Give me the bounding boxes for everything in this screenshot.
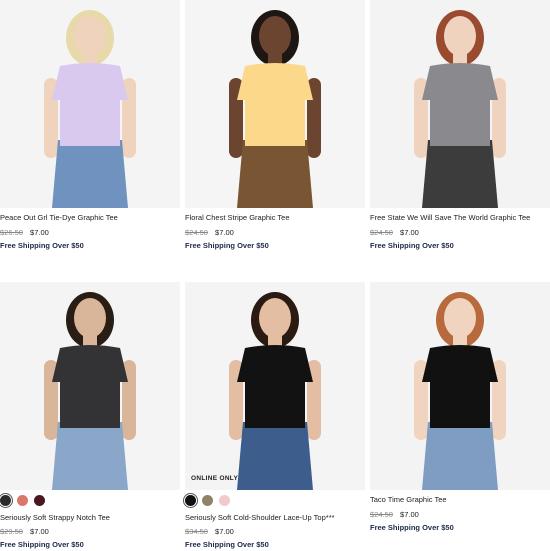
color-swatch[interactable] [0,495,11,506]
original-price: $34.50 [185,527,208,536]
model-illustration [229,10,321,208]
product-title[interactable]: Seriously Soft Cold-Shoulder Lace-Up Top… [185,513,335,522]
shipping-note: Free Shipping Over $50 [0,241,84,250]
product-title[interactable]: Seriously Soft Strappy Notch Tee [0,513,110,522]
product-image[interactable]: ONLINE ONLY [185,282,365,490]
sale-price: $7.00 [30,527,49,536]
bottom-shape [237,140,313,208]
product-prices: $34.50 $7.00 [185,527,234,536]
shirt-shape [52,345,128,428]
bottom-shape [237,422,313,490]
color-swatch[interactable] [219,495,230,506]
shirt-shape [52,63,128,146]
model-illustration [44,10,136,208]
product-prices: $24.50 $7.00 [185,228,234,237]
face-shape [444,16,476,56]
sale-price: $7.00 [30,228,49,237]
product-image[interactable] [0,0,180,208]
original-price: $29.50 [0,527,23,536]
shipping-note: Free Shipping Over $50 [370,241,454,250]
bottom-shape [422,140,498,208]
original-price: $24.50 [370,510,393,519]
original-price: $26.50 [0,228,23,237]
sale-price: $7.00 [400,510,419,519]
sale-price: $7.00 [215,228,234,237]
shipping-note: Free Shipping Over $50 [185,540,269,549]
sale-price: $7.00 [215,527,234,536]
product-image[interactable] [370,0,550,208]
sale-price: $7.00 [400,228,419,237]
face-shape [74,16,106,56]
color-swatch[interactable] [17,495,28,506]
face-shape [444,298,476,338]
bottom-shape [422,422,498,490]
online-only-badge: ONLINE ONLY [191,475,239,482]
model-illustration [44,292,136,490]
bottom-shape [52,140,128,208]
color-swatches [0,495,45,506]
product-prices: $29.50 $7.00 [0,527,49,536]
shirt-shape [237,63,313,146]
model-illustration [414,292,506,490]
product-prices: $26.50 $7.00 [0,228,49,237]
shipping-note: Free Shipping Over $50 [185,241,269,250]
original-price: $24.50 [185,228,208,237]
model-illustration [229,292,321,490]
product-prices: $24.50 $7.00 [370,228,419,237]
face-shape [259,16,291,56]
face-shape [74,298,106,338]
color-swatch[interactable] [185,495,196,506]
bottom-shape [52,422,128,490]
product-prices: $24.50 $7.00 [370,510,419,519]
product-image[interactable] [0,282,180,490]
face-shape [259,298,291,338]
shipping-note: Free Shipping Over $50 [370,523,454,532]
product-title[interactable]: Peace Out Grl Tie-Dye Graphic Tee [0,213,118,222]
product-title[interactable]: Taco Time Graphic Tee [370,495,447,504]
product-grid: Peace Out Grl Tie-Dye Graphic Tee $26.50… [0,0,550,551]
product-image[interactable] [370,282,550,490]
model-illustration [414,10,506,208]
color-swatch[interactable] [34,495,45,506]
original-price: $24.50 [370,228,393,237]
shirt-shape [422,63,498,146]
shirt-shape [422,345,498,428]
product-image[interactable] [185,0,365,208]
shipping-note: Free Shipping Over $50 [0,540,84,549]
product-title[interactable]: Floral Chest Stripe Graphic Tee [185,213,290,222]
product-title[interactable]: Free State We Will Save The World Graphi… [370,213,530,222]
shirt-shape [237,345,313,428]
color-swatches [185,495,230,506]
color-swatch[interactable] [202,495,213,506]
